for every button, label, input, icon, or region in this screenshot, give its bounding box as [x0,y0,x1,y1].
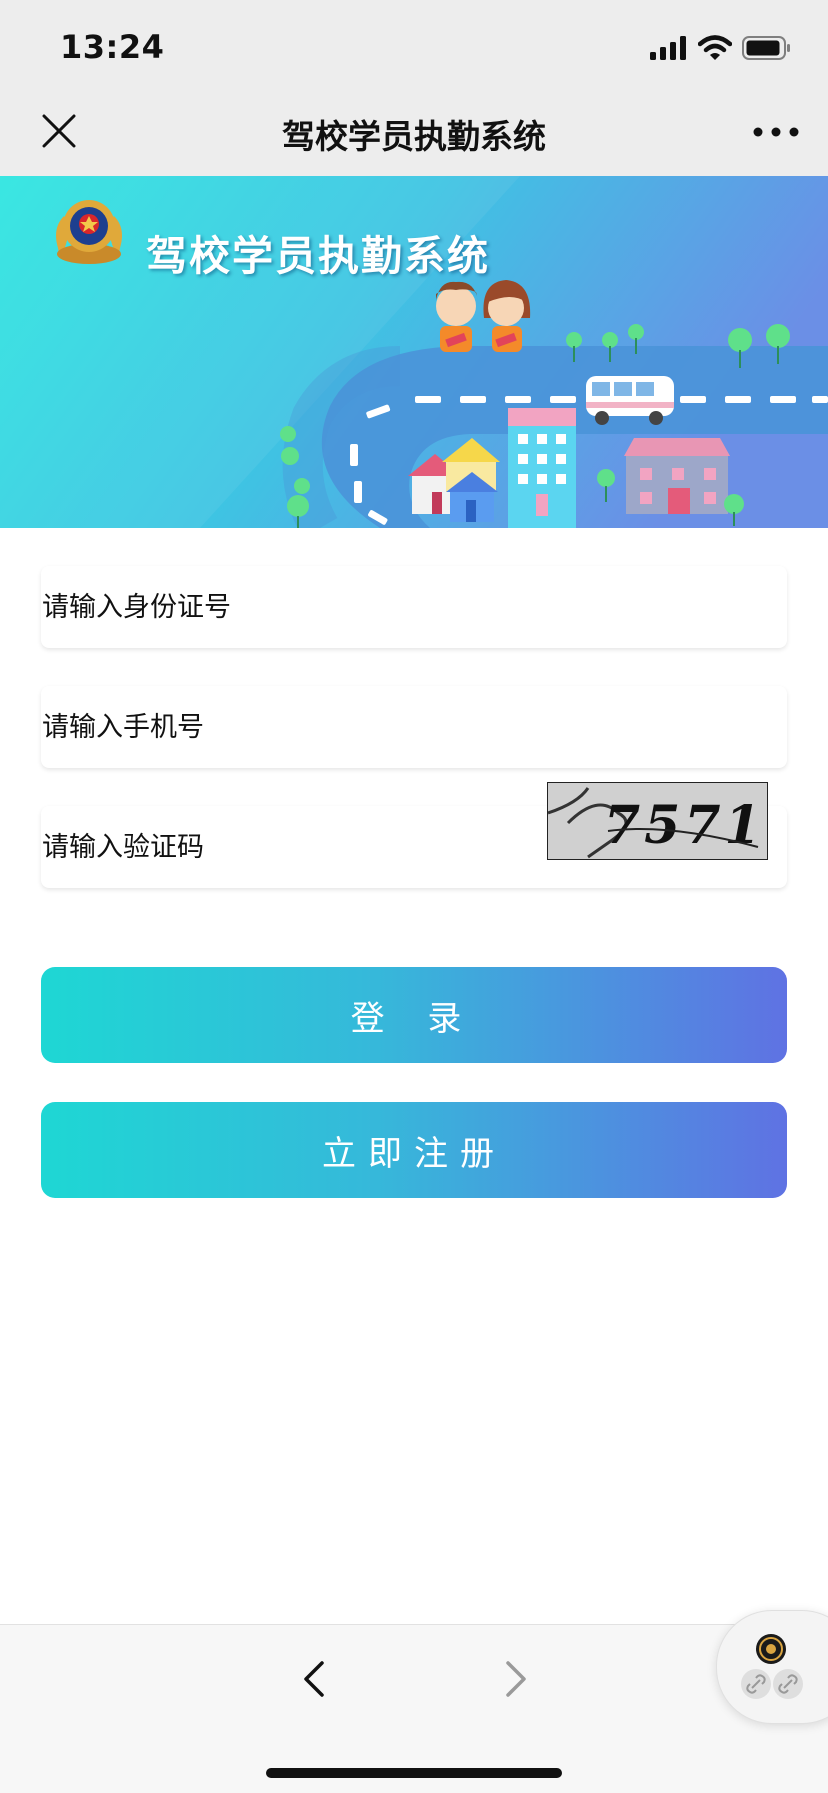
phone-input[interactable] [41,686,787,768]
id-number-input[interactable] [41,566,787,648]
chevron-right-icon[interactable] [498,1655,534,1703]
register-button[interactable]: 立即注册 [41,1102,787,1198]
status-bar: 13:24 [0,0,828,88]
signal-icon [650,36,686,60]
more-dots-icon[interactable] [750,114,802,150]
status-time: 13:24 [60,28,165,66]
home-indicator [266,1768,562,1778]
login-button[interactable]: 登 录 [41,967,787,1063]
floating-panel[interactable] [716,1610,828,1724]
link-icon[interactable] [741,1669,771,1699]
link-icon-2[interactable] [773,1669,803,1699]
browser-toolbar [0,1624,828,1793]
phone-field[interactable] [41,686,787,768]
captcha-graphic: 7571 [548,783,767,859]
status-icons [650,32,792,64]
battery-icon [742,36,790,60]
captcha-image[interactable]: 7571 [547,782,768,860]
chevron-left-icon[interactable] [296,1655,332,1703]
header-banner: 驾校学员执勤系统 [0,176,828,528]
nav-bar: 驾校学员执勤系统 [0,88,828,176]
verification-code-field[interactable]: 7571 [41,782,787,888]
id-number-field[interactable] [41,566,787,648]
banner-title: 驾校学员执勤系统 [146,232,490,280]
captcha-text: 7571 [604,795,765,856]
page-title: 驾校学员执勤系统 [282,117,546,156]
wifi-icon [698,35,732,60]
app-logo-icon [756,1634,786,1664]
